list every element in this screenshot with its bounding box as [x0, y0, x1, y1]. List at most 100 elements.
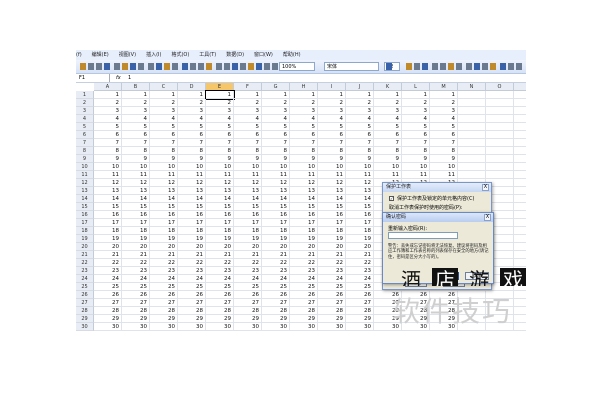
grid-cell[interactable]: 20	[178, 243, 206, 251]
grid-cell[interactable]: 10	[430, 163, 458, 171]
grid-cell[interactable]: 11	[346, 171, 374, 179]
grid-cell[interactable]: 18	[122, 227, 150, 235]
grid-cell[interactable]: 24	[262, 275, 290, 283]
grid-cell[interactable]: 21	[122, 251, 150, 259]
grid-cell[interactable]: 21	[94, 251, 122, 259]
row-header[interactable]: 30	[76, 323, 94, 331]
grid-cell[interactable]: 4	[318, 115, 346, 123]
grid-cell[interactable]: 12	[122, 179, 150, 187]
grid-cell[interactable]: 26	[178, 291, 206, 299]
grid-cell[interactable]: 19	[178, 235, 206, 243]
grid-cell[interactable]: 8	[150, 147, 178, 155]
grid-cell[interactable]: 28	[262, 307, 290, 315]
grid-cell[interactable]: 1	[318, 91, 346, 99]
grid-cell[interactable]: 12	[94, 179, 122, 187]
grid-cell[interactable]: 11	[290, 171, 318, 179]
grid-cell[interactable]: 10	[262, 163, 290, 171]
grid-cell[interactable]: 7	[318, 139, 346, 147]
grid-cell[interactable]: 20	[318, 243, 346, 251]
grid-cell[interactable]: 10	[374, 163, 402, 171]
grid-cell[interactable]: 6	[430, 131, 458, 139]
grid-cell[interactable]: 20	[346, 243, 374, 251]
grid-cell[interactable]: 14	[318, 195, 346, 203]
toolbar-icon[interactable]	[256, 63, 262, 70]
grid-cell[interactable]	[458, 91, 486, 99]
grid-cell[interactable]: 28	[122, 307, 150, 315]
grid-cell[interactable]	[514, 323, 526, 331]
grid-cell[interactable]: 1	[122, 91, 150, 99]
grid-cell[interactable]: 26	[234, 291, 262, 299]
row-header[interactable]: 28	[76, 307, 94, 315]
grid-cell[interactable]: 27	[122, 299, 150, 307]
grid-cell[interactable]: 25	[206, 283, 234, 291]
grid-cell[interactable]	[486, 115, 514, 123]
grid-cell[interactable]: 26	[290, 291, 318, 299]
grid-cell[interactable]: 21	[262, 251, 290, 259]
grid-cell[interactable]	[514, 139, 526, 147]
grid-cell[interactable]: 3	[234, 107, 262, 115]
toolbar-icon[interactable]	[130, 63, 136, 70]
grid-cell[interactable]: 3	[206, 107, 234, 115]
grid-cell[interactable]: 10	[206, 163, 234, 171]
grid-cell[interactable]: 7	[150, 139, 178, 147]
menu-item[interactable]: (f)	[76, 50, 82, 60]
toolbar-icon[interactable]	[456, 63, 462, 70]
row-header[interactable]: 10	[76, 163, 94, 171]
grid-cell[interactable]	[514, 227, 526, 235]
grid-cell[interactable]: 11	[178, 171, 206, 179]
grid-cell[interactable]: 1	[150, 91, 178, 99]
grid-cell[interactable]: 1	[234, 91, 262, 99]
grid-cell[interactable]: 25	[178, 283, 206, 291]
grid-cell[interactable]	[514, 147, 526, 155]
row-header[interactable]: 3	[76, 107, 94, 115]
grid-cell[interactable]: 2	[94, 99, 122, 107]
grid-cell[interactable]: 6	[402, 131, 430, 139]
close-button[interactable]: X	[482, 184, 489, 191]
grid-cell[interactable]	[514, 315, 526, 323]
column-header[interactable]: H	[290, 83, 318, 91]
grid-cell[interactable]: 13	[290, 187, 318, 195]
grid-cell[interactable]: 17	[122, 219, 150, 227]
grid-cell[interactable]: 14	[178, 195, 206, 203]
grid-cell[interactable]: 9	[346, 155, 374, 163]
grid-cell[interactable]: 23	[290, 267, 318, 275]
grid-cell[interactable]	[514, 187, 526, 195]
column-header[interactable]: M	[430, 83, 458, 91]
grid-cell[interactable]	[514, 307, 526, 315]
toolbar-icon[interactable]	[122, 63, 128, 70]
grid-cell[interactable]: 23	[94, 267, 122, 275]
grid-cell[interactable]: 1	[178, 91, 206, 99]
grid-cell[interactable]: 2	[290, 99, 318, 107]
grid-cell[interactable]: 2	[318, 99, 346, 107]
grid-cell[interactable]: 10	[234, 163, 262, 171]
menu-item[interactable]: 视图(V)	[119, 50, 136, 60]
grid-cell[interactable]: 8	[94, 147, 122, 155]
grid-cell[interactable]: 26	[206, 291, 234, 299]
grid-cell[interactable]	[514, 171, 526, 179]
grid-cell[interactable]: 29	[262, 315, 290, 323]
grid-cell[interactable]: 26	[122, 291, 150, 299]
row-header[interactable]: 16	[76, 211, 94, 219]
grid-cell[interactable]: 6	[262, 131, 290, 139]
grid-cell[interactable]: 29	[346, 315, 374, 323]
grid-cell[interactable]: 14	[234, 195, 262, 203]
grid-cell[interactable]	[514, 195, 526, 203]
grid-cell[interactable]: 19	[262, 235, 290, 243]
grid-cell[interactable]: 30	[262, 323, 290, 331]
grid-cell[interactable]: 2	[150, 99, 178, 107]
grid-cell[interactable]: 6	[178, 131, 206, 139]
grid-cell[interactable]: 3	[150, 107, 178, 115]
grid-cell[interactable]: 10	[318, 163, 346, 171]
grid-cell[interactable]: 5	[234, 123, 262, 131]
grid-cell[interactable]	[514, 115, 526, 123]
grid-cell[interactable]: 22	[206, 259, 234, 267]
grid-cell[interactable]: 20	[262, 243, 290, 251]
grid-cell[interactable]: 29	[318, 315, 346, 323]
grid-cell[interactable]	[486, 171, 514, 179]
grid-cell[interactable]: 6	[290, 131, 318, 139]
grid-cell[interactable]: 8	[374, 147, 402, 155]
grid-cell[interactable]: 12	[318, 179, 346, 187]
grid-cell[interactable]: 29	[290, 315, 318, 323]
grid-cell[interactable]: 21	[290, 251, 318, 259]
grid-cell[interactable]: 19	[234, 235, 262, 243]
